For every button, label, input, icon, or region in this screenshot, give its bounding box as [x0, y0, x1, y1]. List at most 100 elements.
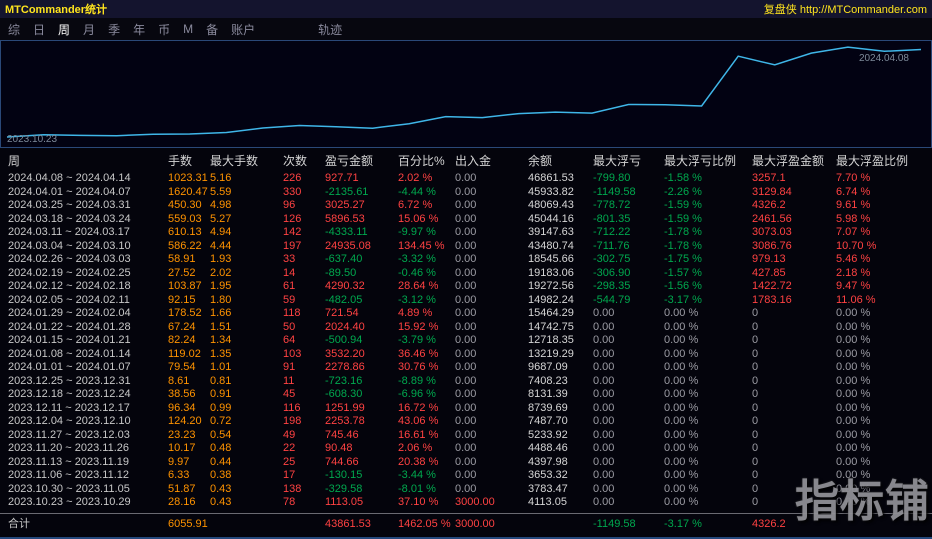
table-header-cell: 次数 — [283, 154, 308, 168]
cell: 0.00 — [455, 266, 477, 279]
menu-tab-日[interactable]: 日 — [33, 21, 45, 38]
table-row[interactable]: 2023.12.25 ~ 2023.12.31 8.61 0.81 11 -723.16… — [0, 375, 932, 389]
cell: 2023.12.25 ~ 2023.12.31 — [8, 374, 131, 387]
table-row[interactable]: 2024.01.01 ~ 2024.01.07 79.54 1.01 91 2278.8… — [0, 361, 932, 375]
menu-tab-备[interactable]: 备 — [206, 21, 218, 38]
cell: -3.79 % — [398, 334, 436, 346]
cell: 0.00 % — [664, 455, 699, 468]
cell: 28.64 % — [398, 280, 439, 292]
cell: -3.12 % — [398, 293, 436, 306]
cell: 4113.05 — [528, 496, 567, 508]
title-link[interactable]: 复盘侠 http://MTCommander.com — [764, 1, 927, 17]
menu-tab-月[interactable]: 月 — [83, 21, 95, 38]
menu-tab-trajectory[interactable]: 轨迹 — [318, 21, 342, 38]
cell: 0.00 — [455, 185, 477, 198]
cell: 3532.20 — [325, 347, 365, 360]
cell: -637.40 — [325, 253, 363, 265]
cell: 0.00 % — [664, 401, 699, 414]
menu-tab-周[interactable]: 周 — [58, 21, 70, 38]
cell: 2.18 % — [836, 266, 871, 279]
table-header-cell: 最大浮亏 — [593, 154, 642, 168]
cell: 1620.47 — [168, 185, 208, 198]
table-row[interactable]: 2024.04.01 ~ 2024.04.07 1620.47 5.59 330 -21… — [0, 186, 932, 200]
cell: 4.94 — [210, 226, 232, 238]
cell: 19183.06 — [528, 266, 574, 279]
table-row[interactable]: 2024.04.08 ~ 2024.04.14 1023.31 5.16 226 927… — [0, 172, 932, 186]
title-bar: MTCommander统计 复盘侠 http://MTCommander.com — [0, 0, 932, 18]
cell: 0 — [752, 347, 759, 360]
menu-tab-账户[interactable]: 账户 — [231, 21, 255, 38]
cell: 2023.10.23 ~ 2023.10.29 — [8, 496, 131, 508]
cell: 3000.00 — [455, 496, 495, 508]
table-row[interactable]: 2023.10.30 ~ 2023.11.05 51.87 0.43 138 -329.… — [0, 483, 932, 497]
menu-tab-季[interactable]: 季 — [108, 21, 120, 38]
cell: 744.66 — [325, 455, 359, 468]
cell: -1.57 % — [664, 266, 702, 279]
table-row[interactable]: 2024.03.25 ~ 2024.03.31 450.30 4.98 96 3025.… — [0, 199, 932, 213]
cell: 0.00 — [593, 320, 615, 333]
cell: 0.00 — [455, 415, 477, 427]
cell: 0.00 — [455, 347, 477, 360]
cell: 2024.03.11 ~ 2024.03.17 — [8, 226, 130, 238]
cell: 39147.63 — [528, 226, 574, 238]
menu-bar: 综日周月季年币 M 备账户 轨迹 — [0, 18, 932, 40]
cell: 96 — [283, 199, 296, 211]
cell: 126 — [283, 212, 302, 225]
table-row[interactable]: 2024.01.15 ~ 2024.01.21 82.24 1.34 64 -500.9… — [0, 334, 932, 348]
cell: 0 — [752, 320, 759, 333]
stats-table: 周 手数 最大手数 次数 盈亏金额 百分比% 出入金 余额 最大浮亏 最大浮亏比例 最大浮盈金额 最大… — [0, 148, 932, 532]
cell: 178.52 — [168, 307, 202, 319]
table-row[interactable]: 2024.02.19 ~ 2024.02.25 27.52 2.02 14 -89.50… — [0, 267, 932, 281]
cell: 92.15 — [168, 293, 196, 306]
table-row[interactable]: 2024.03.11 ~ 2024.03.17 610.13 4.94 142 -433… — [0, 226, 932, 240]
cell: -500.94 — [325, 334, 363, 346]
cell: 2023.10.30 ~ 2023.11.05 — [8, 482, 130, 495]
cell: 33 — [283, 253, 296, 265]
cell: 96.34 — [168, 401, 196, 414]
cell: 226 — [283, 172, 302, 184]
cell: 78 — [283, 496, 296, 508]
menu-tab-M[interactable]: M — [183, 22, 193, 36]
cell: -302.75 — [593, 253, 631, 265]
table-row[interactable]: 2024.01.29 ~ 2024.02.04 178.52 1.66 118 721.… — [0, 307, 932, 321]
cell: 118 — [283, 307, 301, 319]
app-window: MTCommander统计 复盘侠 http://MTCommander.com… — [0, 0, 932, 539]
table-row[interactable]: 2024.02.12 ~ 2024.02.18 103.87 1.95 61 4290.… — [0, 280, 932, 294]
cell: 64 — [283, 334, 296, 346]
table-row[interactable]: 2024.01.22 ~ 2024.01.28 67.24 1.51 50 2024.4… — [0, 321, 932, 335]
table-row[interactable]: 2024.02.05 ~ 2024.02.11 92.15 1.80 59 -482.0… — [0, 294, 932, 308]
table-row[interactable]: 2023.12.18 ~ 2023.12.24 38.56 0.91 45 -608.3… — [0, 388, 932, 402]
table-row[interactable]: 2024.02.26 ~ 2024.03.03 58.91 1.93 33 -637.4… — [0, 253, 932, 267]
menu-tab-综[interactable]: 综 — [8, 21, 20, 38]
total-cell: 合计 — [8, 517, 30, 530]
table-row[interactable]: 2024.03.04 ~ 2024.03.10 586.22 4.44 197 2493… — [0, 240, 932, 254]
table-row[interactable]: 2023.12.11 ~ 2023.12.17 96.34 0.99 116 1251.… — [0, 402, 932, 416]
cell: 134.45 % — [398, 239, 445, 252]
table-row[interactable]: 2023.12.04 ~ 2023.12.10 124.20 0.72 198 2253… — [0, 415, 932, 429]
cell: 0.00 — [593, 469, 615, 481]
cell: 0.48 — [210, 442, 232, 454]
cell: 20.38 % — [398, 455, 439, 468]
table-row[interactable]: 2023.10.23 ~ 2023.10.29 28.16 0.43 78 1113.0… — [0, 496, 932, 510]
cell: 0 — [752, 428, 759, 441]
menu-items: 综日周月季年币 M 备账户 — [8, 21, 268, 38]
table-row[interactable]: 2023.11.20 ~ 2023.11.26 10.17 0.48 22 90.48 2… — [0, 442, 932, 456]
cell: 0.00 — [593, 496, 615, 508]
cell: -801.35 — [593, 212, 631, 225]
table-row[interactable]: 2023.11.27 ~ 2023.12.03 23.23 0.54 49 745.46… — [0, 429, 932, 443]
cell: 11.06 % — [836, 293, 876, 306]
table-row[interactable]: 2024.01.08 ~ 2024.01.14 119.02 1.35 103 3532… — [0, 348, 932, 362]
table-row[interactable]: 2024.03.18 ~ 2024.03.24 559.03 5.27 126 5896… — [0, 213, 932, 227]
total-cell: 43861.53 — [325, 517, 371, 530]
menu-tab-年[interactable]: 年 — [133, 21, 145, 38]
cell: 6.74 % — [836, 185, 871, 198]
table-row[interactable]: 2023.11.13 ~ 2023.11.19 9.97 0.44 25 744.66 2… — [0, 456, 932, 470]
cell: -2135.61 — [325, 185, 369, 198]
menu-tab-币[interactable]: 币 — [158, 21, 170, 38]
cell: 9.47 % — [836, 280, 871, 292]
cell: 0 — [752, 374, 759, 387]
cell: 43.06 % — [398, 415, 439, 427]
cell: 9.97 — [168, 455, 190, 468]
cell: 0 — [752, 361, 759, 373]
table-row[interactable]: 2023.11.06 ~ 2023.11.12 6.33 0.38 17 -130.15… — [0, 469, 932, 483]
